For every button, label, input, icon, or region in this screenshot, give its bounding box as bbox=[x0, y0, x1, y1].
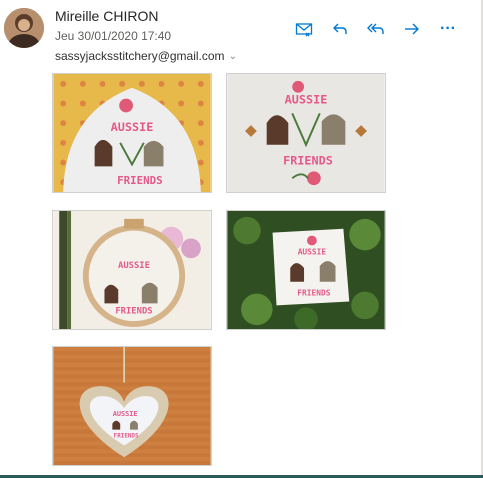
attachment-1-photo: AUSSIE FRIENDS bbox=[53, 74, 211, 192]
attachment-image-2[interactable]: AUSSIE FRIENDS bbox=[226, 73, 386, 193]
attachment-image-1[interactable]: AUSSIE FRIENDS bbox=[52, 73, 212, 193]
attachment-image-4[interactable]: AUSSIE FRIENDS bbox=[226, 210, 386, 330]
attachment-3-photo: AUSSIE FRIENDS bbox=[53, 211, 211, 329]
stitched-text-aussie: AUSSIE bbox=[111, 120, 154, 134]
more-label: ··· bbox=[440, 20, 456, 37]
message-actions: ··· bbox=[293, 18, 459, 40]
stitched-text-friends: FRIENDS bbox=[117, 174, 163, 187]
attachment-image-3[interactable]: AUSSIE FRIENDS bbox=[52, 210, 212, 330]
stitched-text-aussie: AUSSIE bbox=[298, 247, 327, 256]
attachment-4-photo: AUSSIE FRIENDS bbox=[227, 211, 385, 329]
chevron-down-icon[interactable]: ⌄ bbox=[229, 51, 237, 62]
sender-avatar[interactable] bbox=[4, 8, 44, 48]
recipient-email: sassyjacksstitchery@gmail.com bbox=[55, 49, 225, 63]
more-icon[interactable]: ··· bbox=[437, 18, 459, 40]
stitched-text-friends: FRIENDS bbox=[114, 433, 139, 439]
stitched-text-aussie: AUSSIE bbox=[285, 93, 328, 107]
stitched-text-aussie: AUSSIE bbox=[113, 410, 138, 418]
stitched-text-friends: FRIENDS bbox=[115, 306, 152, 316]
sent-date: Jeu 30/01/2020 17:40 bbox=[55, 29, 172, 43]
reply-all-icon[interactable] bbox=[365, 18, 387, 40]
stitched-text-friends: FRIENDS bbox=[297, 289, 330, 298]
stitched-text-aussie: AUSSIE bbox=[118, 261, 150, 271]
sender-name[interactable]: Mireille CHIRON bbox=[55, 8, 158, 24]
reply-icon[interactable] bbox=[329, 18, 351, 40]
attachment-2-photo: AUSSIE FRIENDS bbox=[227, 74, 385, 192]
attachment-5-photo: AUSSIE FRIENDS bbox=[53, 347, 211, 465]
recipient-line[interactable]: sassyjacksstitchery@gmail.com ⌄ bbox=[55, 49, 237, 63]
stitched-text-friends: FRIENDS bbox=[283, 153, 333, 167]
avatar-photo bbox=[4, 8, 44, 48]
read-receipt-icon[interactable] bbox=[293, 18, 315, 40]
forward-icon[interactable] bbox=[401, 18, 423, 40]
attachment-image-5[interactable]: AUSSIE FRIENDS bbox=[52, 346, 212, 466]
